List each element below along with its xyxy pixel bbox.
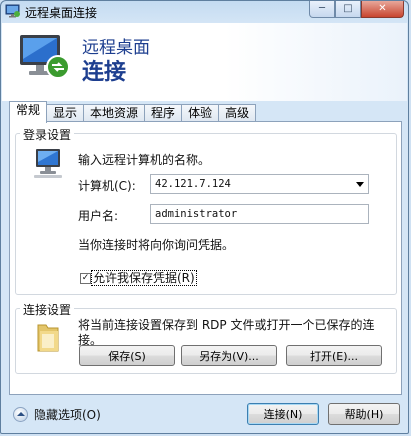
window-controls: ─ □ ✕ <box>309 1 404 19</box>
connection-description: 将当前连接设置保存到 RDP 文件或打开一个已保存的连接。 <box>78 318 375 347</box>
computer-combobox[interactable]: 42.121.7.124 <box>150 174 369 194</box>
folder-icon <box>37 324 59 352</box>
hide-options-toggle[interactable]: 隐藏选项(O) <box>13 406 101 423</box>
computer-name-prompt: 输入远程计算机的名称。 <box>78 153 211 167</box>
login-settings-legend: 登录设置 <box>20 126 75 143</box>
hide-options-label[interactable]: 隐藏选项(O) <box>34 406 101 423</box>
login-settings-group: 登录设置 输入远程计算机的名称。 计算机(C): 42.121.7.124 用户… <box>15 126 397 295</box>
save-credentials-label[interactable]: 允许我保存凭据(R) <box>91 270 197 286</box>
username-value: administrator <box>155 208 238 220</box>
tab-bar: 常规 显示 本地资源 程序 体验 高级 <box>9 101 257 123</box>
credential-note: 当你连接时将向你询问凭据。 <box>78 238 235 252</box>
help-button[interactable]: 帮助(H) <box>328 403 400 425</box>
connect-button[interactable]: 连接(N) <box>247 403 319 425</box>
username-field[interactable]: administrator <box>150 204 369 224</box>
computer-label: 计算机(C): <box>78 179 136 193</box>
dialog-header: 远程桌面 连接 <box>2 23 407 101</box>
remote-desktop-icon <box>5 4 20 18</box>
save-button[interactable]: 保存(S) <box>79 345 175 366</box>
computer-value: 42.121.7.124 <box>155 178 231 190</box>
connection-settings-group: 连接设置 将当前连接设置保存到 RDP 文件或打开一个已保存的连接。 保存(S)… <box>15 301 397 374</box>
close-button[interactable]: ✕ <box>361 1 404 18</box>
maximize-button[interactable]: □ <box>335 1 361 18</box>
title-bar[interactable]: 远程桌面连接 ─ □ ✕ <box>1 1 408 23</box>
remote-desktop-monitor-icon <box>20 35 70 79</box>
minimize-button[interactable]: ─ <box>309 1 335 18</box>
remote-desktop-window: 远程桌面连接 ─ □ ✕ 远程桌面 连接 常规 显示 本地资源 程序 体验 高级… <box>0 0 409 434</box>
save-as-button[interactable]: 另存为(V)... <box>181 345 277 366</box>
header-title: 连接 <box>82 60 127 85</box>
open-button[interactable]: 打开(E)... <box>286 345 382 366</box>
chevron-down-icon[interactable] <box>356 182 364 187</box>
window-title: 远程桌面连接 <box>25 6 98 20</box>
save-credentials-checkbox[interactable]: ✓ <box>80 273 91 284</box>
username-label: 用户名: <box>78 209 119 223</box>
tab-general[interactable]: 常规 <box>9 101 48 123</box>
connection-settings-legend: 连接设置 <box>20 301 75 318</box>
computer-icon <box>34 149 62 178</box>
chevron-up-circle-icon[interactable] <box>13 407 28 422</box>
general-tab-panel: 登录设置 输入远程计算机的名称。 计算机(C): 42.121.7.124 用户… <box>9 121 402 395</box>
